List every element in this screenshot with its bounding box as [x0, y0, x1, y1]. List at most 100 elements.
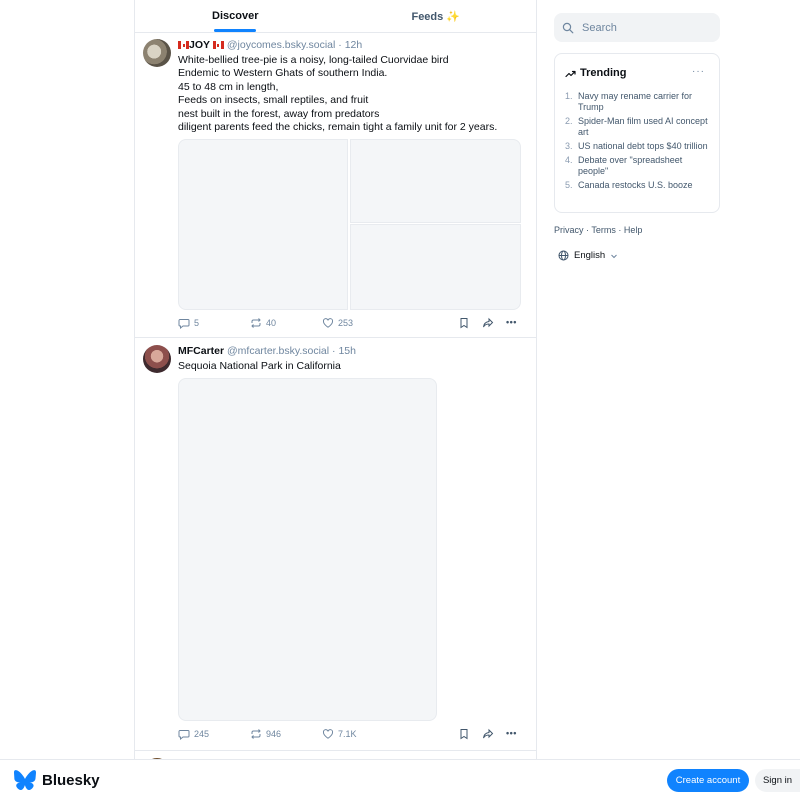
more-icon: ••• [506, 728, 517, 738]
trending-rank: 4. [565, 155, 573, 165]
more-icon: ••• [506, 317, 517, 327]
brand-name: Bluesky [42, 771, 100, 789]
repost-button[interactable]: 946 [250, 728, 281, 740]
language-label: English [574, 250, 606, 261]
trending-label: Debate over "spreadsheet people" [578, 155, 683, 176]
share-icon [483, 317, 494, 328]
tab-discover-label: Discover [212, 10, 259, 22]
create-account-button[interactable]: Create account [667, 769, 749, 792]
post-time[interactable]: 15h [338, 345, 356, 357]
trending-list: 1. Navy may rename carrier for Trump 2. Sp… [565, 91, 711, 194]
bookmark-icon [460, 729, 468, 740]
search-icon [562, 22, 574, 33]
post-text-line: 45 to 48 cm in length, [178, 80, 279, 93]
bottom-bar: Bluesky Create account Sign in [0, 759, 800, 801]
like-count: 7.1K [338, 729, 357, 739]
more-options-button[interactable]: ••• [506, 317, 517, 327]
like-button[interactable]: 253 [322, 317, 353, 329]
reply-button[interactable]: 245 [178, 728, 209, 740]
footer-separator: · [618, 225, 622, 235]
author-handle[interactable]: @joycomes.bsky.social [227, 39, 336, 51]
like-count: 253 [338, 318, 354, 328]
post-text-line: diligent parents feed the chicks, remain… [178, 121, 498, 134]
trending-item[interactable]: 1. Navy may rename carrier for Trump [565, 91, 711, 113]
trending-item[interactable]: 2. Spider-Man film used AI concept art [565, 116, 711, 138]
repost-icon [251, 318, 261, 328]
globe-icon [558, 250, 569, 261]
share-button[interactable] [482, 317, 494, 329]
terms-link[interactable]: Terms [591, 225, 616, 235]
trending-panel: Trending ··· 1. Navy may rename carrier f… [554, 53, 720, 213]
trending-title: Trending [580, 67, 627, 79]
post-text-line: Endemic to Western Ghats of southern Ind… [178, 67, 388, 80]
trending-label: Navy may rename carrier for Trump [578, 91, 693, 112]
tab-feeds[interactable]: Feeds ✨ [336, 0, 537, 32]
trending-rank: 5. [565, 180, 573, 190]
repost-count: 40 [266, 318, 277, 328]
language-selector[interactable]: English [558, 250, 618, 261]
post-text-line: nest built in the forest, away from pred… [178, 107, 380, 120]
post-image[interactable] [178, 139, 348, 310]
more-options-button[interactable]: ••• [506, 728, 517, 738]
share-icon [483, 728, 494, 739]
search-box[interactable] [554, 13, 720, 42]
trending-rank: 1. [565, 91, 573, 101]
footer-links: Privacy · Terms · Help [554, 225, 642, 235]
avatar[interactable] [143, 345, 171, 373]
post-text: White-bellied tree-pie is a noisy, long-… [178, 54, 526, 134]
tab-discover[interactable]: Discover [135, 0, 336, 32]
reply-count: 245 [194, 729, 210, 739]
bookmark-button[interactable] [458, 317, 470, 329]
trending-item[interactable]: 4. Debate over "spreadsheet people" [565, 155, 711, 177]
reply-icon [178, 319, 190, 329]
sign-in-button[interactable]: Sign in [755, 769, 800, 792]
canada-flag-icon [178, 41, 189, 49]
trending-item[interactable]: 3. US national debt tops $40 trillion [565, 141, 711, 152]
repost-count: 946 [266, 729, 282, 739]
post-image[interactable] [350, 139, 521, 223]
heart-icon [322, 729, 334, 739]
post-header: MFCarter @mfcarter.bsky.social · 15h [178, 345, 356, 357]
help-link[interactable]: Help [624, 225, 643, 235]
bluesky-logo[interactable]: Bluesky [14, 770, 100, 790]
post-actions: 5 40 253 ••• [135, 317, 536, 331]
author-name[interactable]: MFCarter [178, 345, 224, 357]
bookmark-button[interactable] [458, 728, 470, 740]
canada-flag-icon [212, 41, 224, 49]
post[interactable]: JOY @joycomes.bsky.social · 12h White-be… [135, 33, 536, 338]
post-image[interactable] [178, 378, 437, 721]
post-header: JOY @joycomes.bsky.social · 12h [178, 38, 526, 52]
feed-tabs: Discover Feeds ✨ [135, 0, 536, 33]
trending-label: US national debt tops $40 trillion [578, 141, 708, 151]
trending-up-icon [565, 70, 576, 77]
feed-column: Discover Feeds ✨ JOY @joycomes.bsky.soci… [134, 0, 537, 760]
trending-item[interactable]: 5. Canada restocks U.S. booze [565, 180, 711, 191]
bookmark-icon [460, 318, 468, 329]
trending-rank: 3. [565, 141, 573, 151]
share-button[interactable] [482, 728, 494, 740]
post-text-line: Sequoia National Park in California [178, 360, 341, 372]
like-button[interactable]: 7.1K [322, 728, 357, 740]
avatar[interactable] [143, 39, 171, 67]
post-time[interactable]: 12h [345, 39, 363, 51]
chevron-down-icon [611, 254, 618, 258]
active-tab-indicator [214, 29, 257, 32]
heart-icon [322, 318, 334, 328]
repost-icon [251, 729, 261, 739]
post[interactable]: MFCarter @mfcarter.bsky.social · 15h Seq… [135, 338, 536, 751]
trending-more-button[interactable]: ··· [692, 66, 705, 77]
tab-feeds-label: Feeds ✨ [411, 11, 461, 23]
privacy-link[interactable]: Privacy [554, 225, 584, 235]
search-input[interactable] [580, 20, 714, 35]
reply-icon [178, 730, 190, 740]
post-image[interactable] [350, 224, 521, 310]
reply-button[interactable]: 5 [178, 317, 199, 329]
post-text-line: White-bellied tree-pie is a noisy, long-… [178, 54, 449, 66]
reply-count: 5 [194, 318, 200, 328]
trending-label: Canada restocks U.S. booze [578, 180, 693, 190]
post-text: Sequoia National Park in California [178, 360, 526, 373]
repost-button[interactable]: 40 [250, 317, 276, 329]
trending-rank: 2. [565, 116, 573, 126]
author-name[interactable]: JOY [189, 39, 210, 51]
author-handle[interactable]: @mfcarter.bsky.social [227, 345, 329, 357]
